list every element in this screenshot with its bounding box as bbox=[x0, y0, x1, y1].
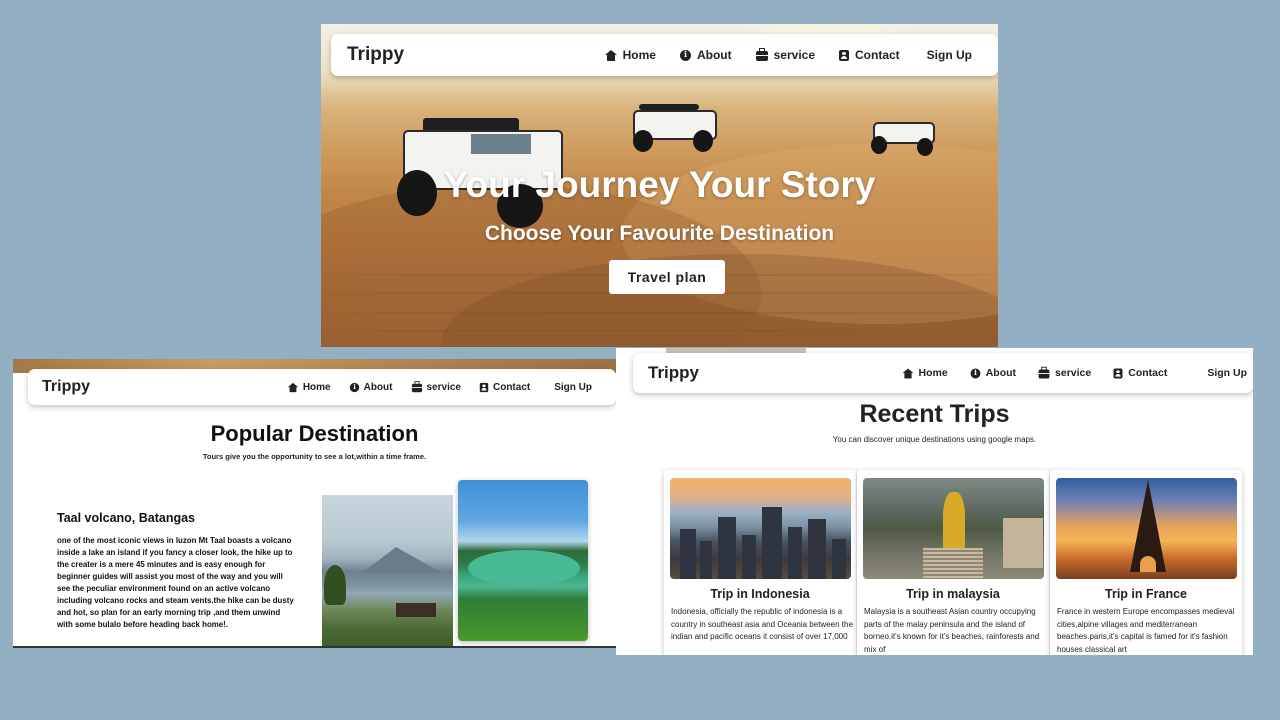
nav-contact-link[interactable]: Contact bbox=[1113, 367, 1167, 379]
trip-description: Indonesia, officially the republic of in… bbox=[671, 607, 853, 641]
nav-signup-link[interactable]: Sign Up bbox=[927, 48, 972, 62]
hero-subtitle: Choose Your Favourite Destination bbox=[484, 222, 835, 245]
nav-contact-link[interactable]: Contact bbox=[839, 48, 900, 62]
nav-signup-link[interactable]: Sign Up bbox=[554, 382, 592, 393]
nav-home-link[interactable]: Home bbox=[902, 367, 948, 379]
trip-card-indonesia[interactable]: Trip in Indonesia Indonesia, officially … bbox=[664, 470, 856, 655]
contact-card-icon bbox=[839, 49, 849, 61]
divider bbox=[13, 646, 616, 648]
hero-screenshot: Trippy Home About service Contact Sign U… bbox=[321, 24, 998, 347]
nav-about-link[interactable]: About bbox=[679, 48, 732, 62]
briefcase-icon bbox=[411, 381, 422, 393]
nav-about-link[interactable]: About bbox=[970, 367, 1016, 379]
trip-card-france[interactable]: Trip in France France in western Europe … bbox=[1050, 470, 1242, 655]
nav-home-link[interactable]: Home bbox=[604, 48, 656, 62]
home-icon bbox=[287, 382, 298, 392]
nav-home-link[interactable]: Home bbox=[287, 382, 331, 393]
france-eiffel-tower-image bbox=[1056, 478, 1237, 579]
brand-logo[interactable]: Trippy bbox=[648, 363, 699, 383]
destination-description: one of the most iconic views in luzon Mt… bbox=[57, 536, 294, 629]
nav-links: Home About service Contact Sign Up bbox=[269, 381, 592, 393]
trip-description: France in western Europe encompasses med… bbox=[1057, 607, 1235, 654]
home-icon bbox=[902, 368, 913, 378]
taal-volcano-view-image bbox=[322, 495, 453, 648]
info-icon bbox=[679, 49, 691, 61]
nav-service-link[interactable]: service bbox=[411, 381, 461, 393]
home-icon bbox=[604, 49, 617, 61]
popular-destination-screenshot: Trippy Home About service Contact Sign U… bbox=[13, 359, 616, 648]
briefcase-icon bbox=[1038, 366, 1050, 379]
navbar: Trippy Home About service Contact Sign U… bbox=[633, 353, 1253, 393]
nav-links: Home About service Contact Sign Up bbox=[581, 48, 972, 62]
taal-crater-lake-image bbox=[458, 480, 588, 641]
trip-card-malaysia[interactable]: Trip in malaysia Malaysia is a southeast… bbox=[857, 470, 1049, 655]
trip-title: Trip in Indonesia bbox=[710, 587, 810, 601]
navbar: Trippy Home About service Contact Sign U… bbox=[28, 369, 616, 405]
section-subtitle: You can discover unique destinations usi… bbox=[832, 435, 1037, 444]
nav-contact-link[interactable]: Contact bbox=[479, 382, 530, 393]
trip-title: Trip in malaysia bbox=[906, 587, 1000, 601]
nav-service-link[interactable]: service bbox=[755, 48, 815, 62]
section-title: Recent Trips bbox=[859, 400, 1010, 428]
section-subtitle: Tours give you the opportunity to see a … bbox=[202, 452, 427, 461]
brand-logo[interactable]: Trippy bbox=[347, 44, 404, 66]
nav-links: Home About service Contact Sign Up bbox=[880, 366, 1247, 379]
contact-card-icon bbox=[1113, 368, 1123, 378]
hero-title: Your Journey Your Story bbox=[443, 164, 876, 205]
info-icon bbox=[970, 367, 981, 378]
info-icon bbox=[349, 381, 359, 392]
brand-logo[interactable]: Trippy bbox=[42, 378, 90, 396]
destination-name: Taal volcano, Batangas bbox=[57, 511, 196, 525]
nav-about-link[interactable]: About bbox=[349, 381, 393, 393]
trip-title: Trip in France bbox=[1105, 587, 1187, 601]
indonesia-city-image bbox=[670, 478, 851, 579]
malaysia-temple-image bbox=[863, 478, 1044, 579]
briefcase-icon bbox=[755, 48, 768, 61]
contact-card-icon bbox=[479, 382, 489, 392]
travel-plan-button[interactable]: Travel plan bbox=[609, 260, 725, 294]
navbar: Trippy Home About service Contact Sign U… bbox=[331, 34, 998, 76]
section-title: Popular Destination bbox=[210, 421, 419, 446]
trip-description: Malaysia is a southeast Asian country oc… bbox=[864, 607, 1040, 654]
recent-trips-screenshot: Trippy Home About service Contact Sign U… bbox=[616, 348, 1253, 655]
nav-service-link[interactable]: service bbox=[1038, 366, 1091, 379]
nav-signup-link[interactable]: Sign Up bbox=[1207, 367, 1247, 379]
